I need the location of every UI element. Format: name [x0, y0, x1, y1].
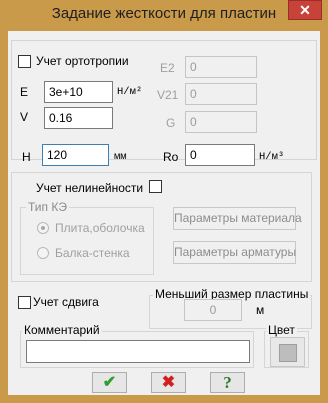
g-label: G: [166, 116, 176, 130]
v21-field[interactable]: 0: [185, 83, 257, 105]
dialog-body: Учет ортотропии E 3e+10 Н/м² V 0.16 E2 0…: [8, 31, 320, 395]
h-label: H: [22, 150, 31, 164]
h-field[interactable]: 120: [42, 144, 109, 166]
close-icon: ✕: [299, 2, 311, 18]
reinforcement-params-button[interactable]: Параметры арматуры: [173, 241, 296, 264]
v-label: V: [20, 110, 29, 124]
window-title: Задание жесткости для пластин: [51, 5, 277, 22]
e-field[interactable]: 3e+10: [44, 81, 113, 103]
color-swatch: [279, 344, 297, 362]
radio-selected-dot: [41, 226, 45, 230]
radio-plate-label: Плита,оболочка: [55, 221, 145, 235]
radio-wall[interactable]: [37, 247, 49, 259]
cancel-button[interactable]: ✖: [151, 372, 186, 393]
help-icon: ?: [223, 373, 232, 392]
fe-type-group: [20, 207, 154, 275]
v-field[interactable]: 0.16: [44, 107, 113, 129]
ok-button[interactable]: ✔: [92, 372, 127, 393]
e2-label: E2: [160, 61, 175, 75]
radio-wall-label: Балка-стенка: [55, 246, 130, 260]
nonlinearity-label: Учет нелинейности: [36, 181, 144, 195]
cross-icon: ✖: [161, 374, 176, 391]
material-params-button[interactable]: Параметры материала: [173, 207, 302, 230]
color-picker-button[interactable]: [270, 337, 305, 367]
e-label: E: [20, 85, 29, 99]
min-size-unit: м: [256, 303, 265, 317]
dialog-window: Задание жесткости для пластин ✕ Учет орт…: [0, 0, 328, 403]
v21-label: V21: [157, 88, 179, 102]
title-bar[interactable]: Задание жесткости для пластин ✕: [0, 0, 328, 31]
h-unit: мм: [114, 151, 127, 163]
g-field[interactable]: 0: [185, 111, 257, 133]
orthotropy-label: Учет ортотропии: [36, 54, 129, 68]
close-button[interactable]: ✕: [288, 0, 322, 20]
nonlinearity-checkbox[interactable]: [149, 180, 162, 193]
shear-checkbox[interactable]: [18, 296, 31, 309]
radio-plate[interactable]: [37, 222, 49, 234]
help-button[interactable]: ?: [210, 372, 245, 393]
comment-label: Комментарий: [22, 323, 102, 337]
fe-type-label: Тип КЭ: [26, 200, 69, 214]
comment-field[interactable]: [26, 340, 250, 363]
color-label: Цвет: [266, 323, 297, 337]
ro-label: Ro: [163, 150, 179, 164]
checkmark-icon: ✔: [102, 374, 117, 391]
e-unit: Н/м²: [117, 86, 143, 98]
shear-label: Учет сдвига: [33, 295, 99, 309]
ro-field[interactable]: 0: [185, 144, 255, 166]
min-size-field[interactable]: 0: [184, 299, 242, 321]
orthotropy-checkbox[interactable]: [18, 55, 31, 68]
ro-unit: Н/м³: [259, 151, 285, 163]
e2-field[interactable]: 0: [185, 56, 257, 78]
